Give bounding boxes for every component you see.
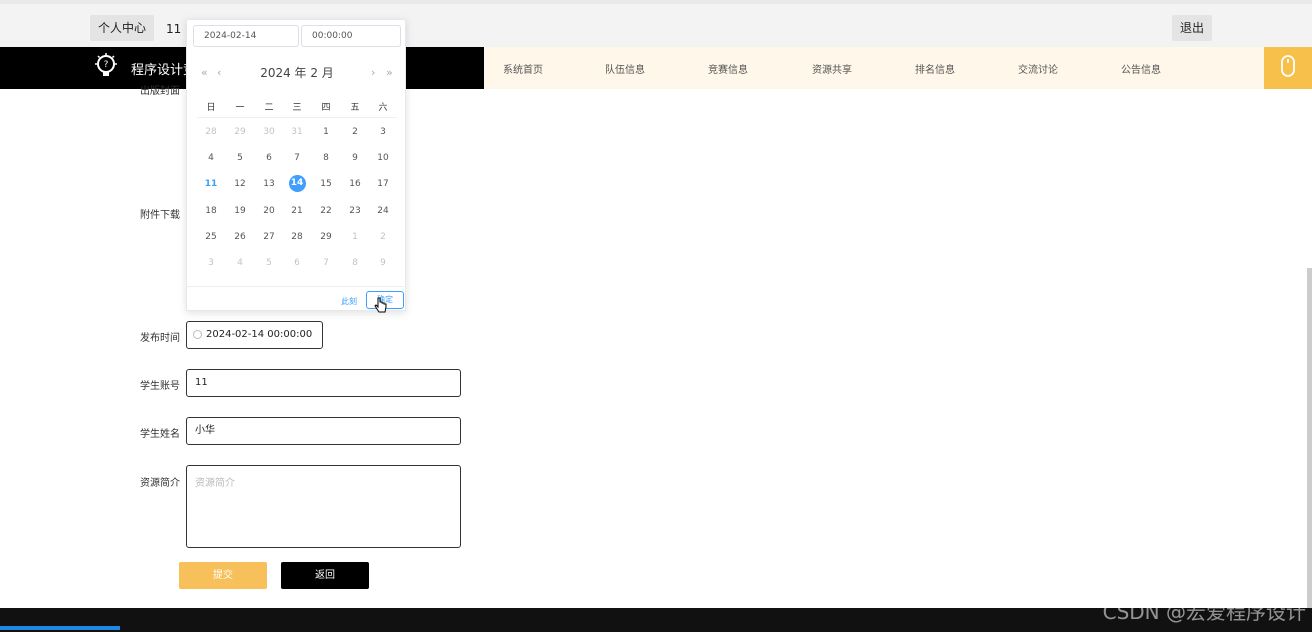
cover-label: 出版封面 [140,86,180,97]
svg-text:?: ? [104,60,109,70]
day-cell[interactable]: 3 [197,255,225,271]
clock-icon [193,329,202,339]
publish-time-input[interactable]: 2024-02-14 00:00:00 [186,321,323,349]
scrollbar[interactable] [1307,268,1312,608]
nav-item-discussion[interactable]: 交流讨论 [1018,61,1058,76]
picker-header: « ‹ 2024 年 2 月 › » [187,62,407,82]
progress-bar [0,626,120,630]
nav-item-resources[interactable]: 资源共享 [812,61,852,76]
selected-day[interactable]: 14 [288,175,306,193]
day-cell[interactable]: 5 [226,150,254,166]
day-cell[interactable]: 3 [369,124,397,140]
picker-date-input[interactable]: 2024-02-14 [193,25,299,47]
student-name-input[interactable]: 小华 [186,417,461,445]
day-cell[interactable]: 28 [283,229,311,245]
mouse-icon [1281,55,1295,77]
next-year-icon[interactable]: » [386,66,393,79]
watermark-text: CSDN @宏爱程序设计 [1102,600,1306,624]
day-cell[interactable]: 23 [341,203,369,219]
day-cell[interactable]: 28 [197,124,225,140]
day-cell[interactable]: 15 [312,176,340,192]
student-account-input[interactable]: 11 [186,369,461,397]
day-cell[interactable]: 22 [312,203,340,219]
weekday: 五 [350,103,360,113]
day-cell[interactable]: 19 [226,203,254,219]
day-cell[interactable]: 1 [341,229,369,245]
day-cell[interactable]: 16 [341,176,369,192]
intro-textarea[interactable]: 资源简介 [186,465,461,548]
day-cell[interactable]: 21 [283,203,311,219]
weekday-row: 日 一 二 三 四 五 六 [197,100,397,118]
student-name-label: 学生姓名 [140,429,180,440]
day-cell[interactable]: 6 [283,255,311,271]
weekday: 三 [292,103,302,113]
day-cell[interactable]: 6 [255,150,283,166]
intro-label: 资源简介 [140,478,180,489]
weekday: 日 [206,103,216,113]
attachment-label: 附件下载 [140,210,180,221]
day-cell[interactable]: 30 [255,124,283,140]
lightbulb-icon: ? [95,53,117,76]
back-button[interactable]: 返回 [281,562,369,589]
weekday: 四 [321,103,331,113]
mouse-button[interactable] [1264,47,1312,89]
day-cell[interactable]: 25 [197,229,225,245]
day-cell[interactable]: 12 [226,176,254,192]
username-label: 11 [166,22,182,36]
student-account-label: 学生账号 [140,381,180,392]
day-cell[interactable]: 4 [226,255,254,271]
day-cell[interactable]: 8 [312,150,340,166]
day-cell[interactable]: 5 [255,255,283,271]
nav-item-home[interactable]: 系统首页 [503,61,543,76]
next-month-icon[interactable]: › [371,66,375,79]
day-cell[interactable]: 9 [369,255,397,271]
day-cell[interactable]: 20 [255,203,283,219]
day-cell[interactable]: 9 [341,150,369,166]
date-picker-popup: 2024-02-14 00:00:00 « ‹ 2024 年 2 月 › » 日… [186,19,407,311]
weekday: 二 [264,103,274,113]
day-cell[interactable]: 13 [255,176,283,192]
day-cell[interactable]: 18 [197,203,225,219]
logout-button[interactable]: 退出 [1172,15,1213,41]
now-button[interactable]: 此刻 [341,296,357,307]
day-cell[interactable]: 7 [312,255,340,271]
day-cell[interactable]: 2 [369,229,397,245]
day-cell[interactable]: 10 [369,150,397,166]
day-cell[interactable]: 14 [283,175,311,193]
day-cell[interactable]: 31 [283,124,311,140]
personal-center-button[interactable]: 个人中心 [90,15,155,41]
nav-item-notice[interactable]: 公告信息 [1121,61,1161,76]
day-cell[interactable]: 2 [341,124,369,140]
day-cell[interactable]: 24 [369,203,397,219]
day-cell[interactable]: 4 [197,150,225,166]
day-cell[interactable]: 1 [312,124,340,140]
day-cell[interactable]: 11 [197,176,225,192]
picker-time-input[interactable]: 00:00:00 [301,25,401,47]
nav-item-ranking[interactable]: 排名信息 [915,61,955,76]
nav-item-contest[interactable]: 竞赛信息 [708,61,748,76]
day-cell[interactable]: 27 [255,229,283,245]
publish-time-value: 2024-02-14 00:00:00 [206,329,313,340]
nav-item-team[interactable]: 队伍信息 [605,61,645,76]
hand-cursor-icon [374,297,387,313]
day-cell[interactable]: 29 [226,124,254,140]
submit-button[interactable]: 提交 [179,562,267,589]
publish-time-label: 发布时间 [140,333,180,344]
day-cell[interactable]: 7 [283,150,311,166]
day-cell[interactable]: 8 [341,255,369,271]
weekday: 六 [378,103,388,113]
day-cell[interactable]: 26 [226,229,254,245]
day-cell[interactable]: 17 [369,176,397,192]
day-cell[interactable]: 29 [312,229,340,245]
weekday: 一 [235,103,245,113]
